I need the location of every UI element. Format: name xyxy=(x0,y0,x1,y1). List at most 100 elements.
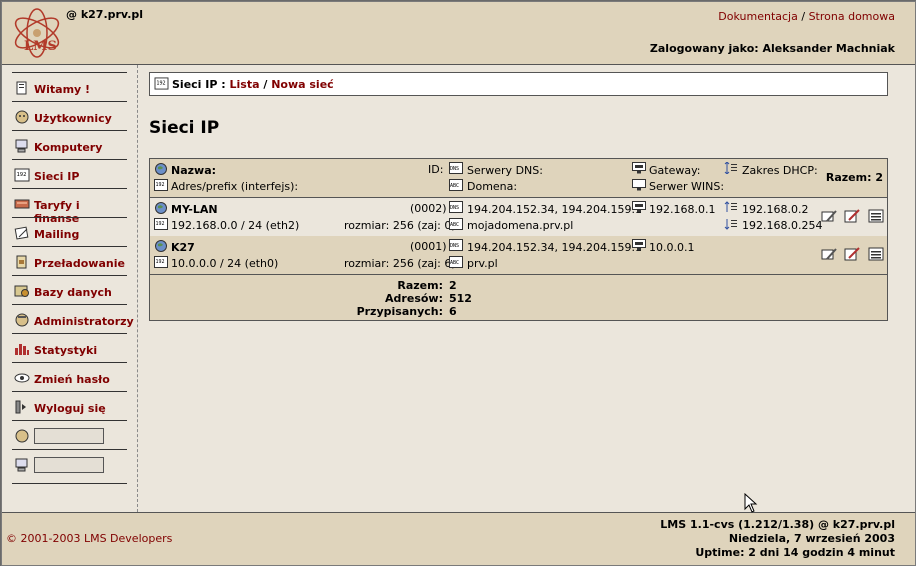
logged-in-user: Zalogowany jako: Aleksander Machniak xyxy=(649,42,895,55)
documentation-link[interactable]: Dokumentacja xyxy=(718,10,798,23)
network-dns: 194.204.152.34, 194.204.159.1 xyxy=(467,241,642,254)
sidebar-item-mailing[interactable]: Mailing xyxy=(12,217,127,246)
sidebar-item-finance[interactable]: Taryfy i finanse xyxy=(12,188,127,225)
breadcrumb-new-network-link[interactable]: Nowa sieć xyxy=(271,78,333,91)
header-name: Nazwa: xyxy=(171,164,217,177)
table-row[interactable]: K27 192 10.0.0.0 / 24 (eth0) (0001) rozm… xyxy=(150,236,887,275)
top-links: Dokumentacja / Strona domowa xyxy=(718,10,895,23)
svg-text:LMS: LMS xyxy=(24,39,57,54)
sidebar: Witamy ! Użytkownicy Komputery 192 Sieci… xyxy=(2,65,138,512)
sidebar-item-computers[interactable]: Komputery xyxy=(12,130,127,159)
footer: © 2001-2003 LMS Developers LMS 1.1-cvs (… xyxy=(2,512,915,565)
globe-icon xyxy=(155,202,167,214)
network-id: (0001) xyxy=(410,240,447,253)
compact-icon[interactable] xyxy=(868,209,884,223)
summary-addresses-label: Adresów: xyxy=(385,292,443,305)
gateway-icon xyxy=(632,201,646,213)
network-icon: 192 xyxy=(154,77,169,90)
user-search-input[interactable] xyxy=(34,428,104,444)
breadcrumb-prefix: Sieci IP : xyxy=(172,78,230,91)
sidebar-item-database[interactable]: Bazy danych xyxy=(12,275,127,304)
sidebar-item-label: Administratorzy xyxy=(34,315,134,328)
dhcp-end-icon xyxy=(724,219,737,230)
logout-icon xyxy=(15,400,26,414)
address-icon: 192 xyxy=(154,256,168,268)
sidebar-item-label: Statystyki xyxy=(34,344,98,357)
dns-icon: DNS xyxy=(449,239,463,251)
domain-icon: ABC xyxy=(449,179,463,191)
network-name: K27 xyxy=(171,241,195,254)
sidebar-user-search xyxy=(12,420,127,449)
password-icon xyxy=(14,373,30,383)
svg-text:ABC: ABC xyxy=(450,222,459,228)
users-icon xyxy=(15,110,29,124)
reload-icon xyxy=(16,255,27,269)
network-dns: 194.204.152.34, 194.204.159.1 xyxy=(467,203,642,216)
sidebar-item-stats[interactable]: Statystyki xyxy=(12,333,127,362)
domain-icon: ABC xyxy=(449,256,463,268)
svg-text:DNS: DNS xyxy=(450,243,459,249)
networks-table: Nazwa: 192 Adres/prefix (interfejs): ID:… xyxy=(149,158,888,321)
stats-icon xyxy=(15,344,29,355)
sidebar-computer-search xyxy=(12,449,127,478)
svg-text:192: 192 xyxy=(156,182,165,188)
sidebar-item-welcome[interactable]: Witamy ! xyxy=(12,72,127,101)
breadcrumb-list-link[interactable]: Lista xyxy=(230,78,260,91)
network-address: 192.168.0.0 / 24 (eth2) xyxy=(171,219,300,232)
info-icon[interactable] xyxy=(821,247,837,261)
dns-icon: DNS xyxy=(449,162,463,174)
header-dhcp: Zakres DHCP: xyxy=(742,164,818,177)
link-separator: / xyxy=(801,10,806,23)
compact-icon[interactable] xyxy=(868,247,884,261)
sidebar-item-logout[interactable]: Wyloguj się xyxy=(12,391,127,420)
breadcrumb-separator: / xyxy=(259,78,272,91)
homepage-link[interactable]: Strona domowa xyxy=(809,10,895,23)
sidebar-item-users[interactable]: Użytkownicy xyxy=(12,101,127,130)
database-icon xyxy=(14,285,29,297)
edit-icon[interactable] xyxy=(844,247,860,261)
info-icon[interactable] xyxy=(821,209,837,223)
edit-icon[interactable] xyxy=(844,209,860,223)
admin-icon xyxy=(15,313,29,327)
svg-text:ABC: ABC xyxy=(450,183,459,189)
sidebar-item-label: Bazy danych xyxy=(34,286,112,299)
wins-icon xyxy=(632,179,646,191)
network-icon: 192 xyxy=(14,168,30,182)
summary-total-value: 2 xyxy=(449,279,457,292)
breadcrumb-text: Sieci IP : Lista / Nowa sieć xyxy=(172,78,334,91)
summary-addresses-value: 512 xyxy=(449,292,472,305)
network-dhcp-start: 192.168.0.2 xyxy=(742,203,809,216)
version-text: LMS 1.1-cvs (1.212/1.38) @ k27.prv.pl xyxy=(660,518,895,531)
network-gateway: 192.168.0.1 xyxy=(649,203,716,216)
uptime-text: Uptime: 2 dni 14 godzin 4 minut xyxy=(695,546,895,559)
header-domain: Domena: xyxy=(467,180,518,193)
sidebar-item-networks[interactable]: 192 Sieci IP xyxy=(12,159,127,188)
table-row[interactable]: MY-LAN 192 192.168.0.0 / 24 (eth2) (0002… xyxy=(150,198,887,236)
header-wins: Serwer WINS: xyxy=(649,180,725,193)
dhcp-start-icon xyxy=(724,201,737,212)
address-icon: 192 xyxy=(154,218,168,230)
network-gateway: 10.0.0.1 xyxy=(649,241,695,254)
sidebar-item-admins[interactable]: Administratorzy xyxy=(12,304,134,333)
network-size: rozmiar: 256 (zaj: 0) xyxy=(344,219,456,232)
network-address: 10.0.0.0 / 24 (eth0) xyxy=(171,257,279,270)
breadcrumb: 192 Sieci IP : Lista / Nowa sieć xyxy=(149,72,888,96)
mail-icon xyxy=(14,226,29,240)
lms-logo: LMS xyxy=(14,8,60,58)
header-id: ID: xyxy=(428,163,444,176)
copyright: © 2001-2003 LMS Developers xyxy=(6,532,173,545)
computer-search-input[interactable] xyxy=(34,457,104,473)
mouse-cursor-icon xyxy=(744,493,758,513)
summary-assigned-label: Przypisanych: xyxy=(356,305,443,318)
welcome-icon xyxy=(16,81,27,95)
sidebar-item-reload[interactable]: Przeładowanie xyxy=(12,246,127,275)
app-window: LMS @ k27.prv.pl Dokumentacja / Strona d… xyxy=(1,1,916,566)
network-size: rozmiar: 256 (zaj: 6) xyxy=(344,257,456,270)
network-domain: mojadomena.prv.pl xyxy=(467,219,574,232)
address-icon: 192 xyxy=(154,179,168,191)
sidebar-item-change-password[interactable]: Zmień hasło xyxy=(12,362,127,391)
svg-text:192: 192 xyxy=(156,259,165,265)
summary-assigned-value: 6 xyxy=(449,305,457,318)
svg-text:DNS: DNS xyxy=(450,205,459,211)
sidebar-item-label: Użytkownicy xyxy=(34,112,112,125)
